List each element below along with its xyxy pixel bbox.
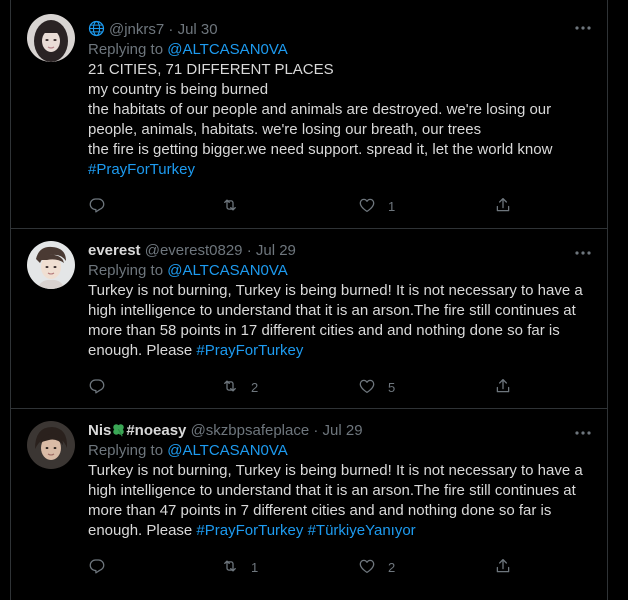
reply-icon: [88, 196, 106, 217]
replying-prefix: Replying to: [88, 41, 164, 58]
retweet-count: 2: [251, 379, 259, 395]
like-button[interactable]: 1: [358, 196, 395, 216]
hashtag-link[interactable]: #TürkiyeYanıyor: [308, 522, 416, 539]
tweet-date[interactable]: Jul 29: [323, 422, 363, 439]
share-icon: [494, 196, 512, 217]
tweet-text-line: people, animals, habitats. we're losing …: [88, 121, 482, 138]
like-count: 1: [388, 198, 396, 214]
share-button[interactable]: [494, 196, 512, 216]
share-icon: [494, 557, 512, 578]
mention-link[interactable]: @ALTCASAN0VA: [167, 41, 288, 58]
tweet-text-line: more than 58 points in 17 different citi…: [88, 322, 560, 339]
tweet-actions: 2 5: [88, 377, 558, 397]
tweet-header: @jnkrs7 · Jul 30: [88, 20, 591, 40]
hashtag-link[interactable]: #PrayForTurkey: [196, 342, 303, 359]
retweet-count: 1: [251, 559, 259, 575]
tweet-text-line: the habitats of our people and animals a…: [88, 101, 552, 118]
tweet-text-line: Turkey is not burning, Turkey is being b…: [88, 462, 583, 479]
like-icon: [358, 377, 376, 398]
tweet-actions: 1: [88, 196, 558, 216]
replying-prefix: Replying to: [88, 262, 164, 279]
tweet[interactable]: everest @everest0829 · Jul 29 Replying t…: [11, 228, 607, 408]
avatar[interactable]: [27, 241, 75, 289]
tweet[interactable]: Nis #noeasy @skzbpsafeplace · Jul 29 Rep…: [11, 408, 607, 600]
retweet-button[interactable]: 1: [221, 557, 258, 577]
tweet[interactable]: @jnkrs7 · Jul 30 Replying to @ALTCASAN0V…: [11, 0, 607, 228]
tweet-header: everest @everest0829 · Jul 29: [88, 241, 591, 261]
handle[interactable]: @jnkrs7: [109, 21, 164, 38]
like-button[interactable]: 2: [358, 557, 395, 577]
replying-to: Replying to @ALTCASAN0VA: [88, 441, 591, 461]
reply-icon: [88, 377, 106, 398]
tweet-feed: @jnkrs7 · Jul 30 Replying to @ALTCASAN0V…: [10, 0, 608, 600]
share-icon: [494, 377, 512, 398]
replying-to: Replying to @ALTCASAN0VA: [88, 40, 591, 60]
globe-icon: [88, 20, 105, 37]
handle[interactable]: @skzbpsafeplace: [191, 422, 310, 439]
display-name[interactable]: Nis #noeasy: [88, 422, 186, 439]
like-count: 2: [388, 559, 396, 575]
share-button[interactable]: [494, 557, 512, 577]
tweet-date[interactable]: Jul 30: [178, 21, 218, 38]
separator: ·: [313, 422, 319, 439]
retweet-icon: [221, 377, 239, 398]
avatar[interactable]: [27, 14, 75, 62]
like-icon: [358, 557, 376, 578]
tweet-text-line: 21 CITIES, 71 DIFFERENT PLACES: [88, 61, 334, 78]
avatar[interactable]: [27, 421, 75, 469]
replying-prefix: Replying to: [88, 442, 164, 459]
hashtag-link[interactable]: #PrayForTurkey: [88, 161, 195, 178]
hashtag-link[interactable]: #PrayForTurkey: [196, 522, 303, 539]
replying-to: Replying to @ALTCASAN0VA: [88, 261, 591, 281]
reply-button[interactable]: [88, 557, 118, 577]
mention-link[interactable]: @ALTCASAN0VA: [167, 262, 288, 279]
like-button[interactable]: 5: [358, 377, 395, 397]
share-button[interactable]: [494, 377, 512, 397]
like-count: 5: [388, 379, 396, 395]
mention-link[interactable]: @ALTCASAN0VA: [167, 442, 288, 459]
handle[interactable]: @everest0829: [145, 242, 243, 259]
tweet-text-line: high intelligence to understand that it …: [88, 302, 576, 319]
reply-button[interactable]: [88, 196, 118, 216]
tweet-text-line: high intelligence to understand that it …: [88, 482, 576, 499]
tweet-header: Nis #noeasy @skzbpsafeplace · Jul 29: [88, 421, 591, 441]
tweet-text: 21 CITIES, 71 DIFFERENT PLACES my countr…: [88, 60, 591, 180]
retweet-button[interactable]: [221, 196, 251, 216]
tweet-text-line: the fire is getting bigger.we need suppo…: [88, 141, 553, 158]
retweet-button[interactable]: 2: [221, 377, 258, 397]
tweet-text-line: my country is being burned: [88, 81, 269, 98]
retweet-icon: [221, 557, 239, 578]
reply-button[interactable]: [88, 377, 118, 397]
four-leaf-clover-icon: [111, 422, 126, 437]
tweet-text: Turkey is not burning, Turkey is being b…: [88, 461, 591, 541]
tweet-text-line: more than 47 points in 7 different citie…: [88, 502, 552, 519]
tweet-actions: 1 2: [88, 557, 558, 577]
retweet-icon: [221, 196, 239, 217]
like-icon: [358, 196, 376, 217]
display-name-prefix: Nis: [88, 422, 112, 439]
separator: ·: [246, 242, 252, 259]
tweet-date[interactable]: Jul 29: [256, 242, 296, 259]
reply-icon: [88, 557, 106, 578]
tweet-text-line: enough. Please: [88, 342, 197, 359]
tweet-text: Turkey is not burning, Turkey is being b…: [88, 281, 591, 361]
separator: ·: [168, 21, 174, 38]
display-name[interactable]: everest: [88, 242, 141, 259]
tweet-text-line: Turkey is not burning, Turkey is being b…: [88, 282, 583, 299]
display-name-suffix: #noeasy: [126, 422, 187, 439]
tweet-text-line: enough. Please: [88, 522, 197, 539]
